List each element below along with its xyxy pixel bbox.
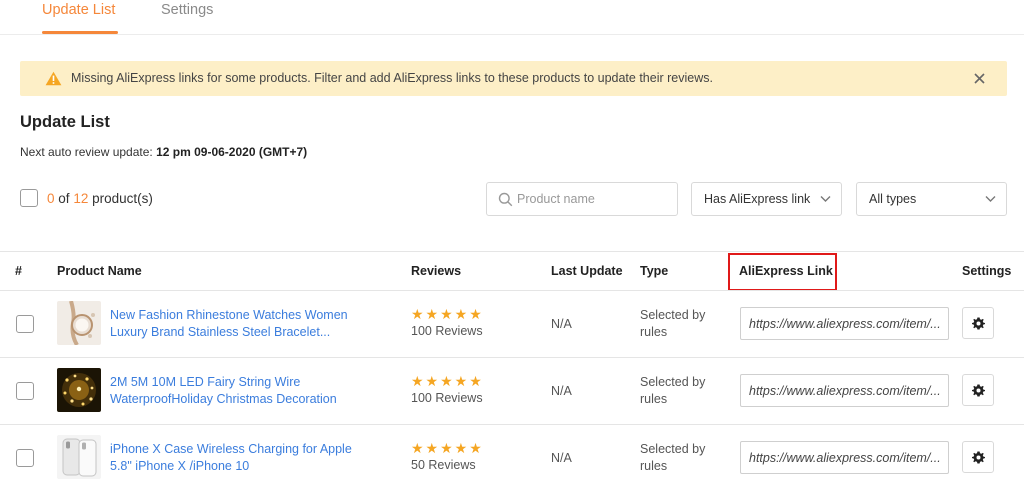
page-title: Update List bbox=[20, 113, 110, 131]
product-name-link[interactable]: iPhone X Case Wireless Charging for Appl… bbox=[110, 441, 370, 475]
row-checkbox[interactable] bbox=[16, 315, 34, 333]
selected-count: 0 of 12 product(s) bbox=[47, 191, 153, 206]
gear-icon bbox=[972, 451, 985, 464]
column-header-settings: Settings bbox=[962, 264, 1012, 278]
product-type: Selected by rules bbox=[640, 375, 706, 406]
star-rating: ★★★★★ bbox=[411, 306, 484, 322]
column-header-product-name: Product Name bbox=[57, 264, 142, 278]
product-name-link[interactable]: New Fashion Rhinestone Watches Women Lux… bbox=[110, 307, 370, 341]
warning-icon bbox=[45, 71, 62, 86]
select-all-checkbox[interactable] bbox=[20, 189, 38, 207]
count-of-label: of bbox=[58, 191, 70, 206]
alert-message: Missing AliExpress links for some produc… bbox=[71, 71, 713, 85]
last-update: N/A bbox=[551, 317, 572, 331]
star-rating: ★★★★★ bbox=[411, 440, 484, 456]
column-header-reviews: Reviews bbox=[411, 264, 462, 278]
gear-icon bbox=[972, 384, 985, 397]
gear-icon bbox=[972, 317, 985, 330]
aliexpress-link-input[interactable] bbox=[740, 441, 949, 474]
column-header-type: Type bbox=[640, 264, 669, 278]
type-filter-value: All types bbox=[869, 192, 917, 206]
row-settings-button[interactable] bbox=[962, 307, 994, 339]
review-count: 100 Reviews bbox=[411, 391, 483, 405]
review-count: 100 Reviews bbox=[411, 324, 483, 338]
next-update-label: Next auto review update: bbox=[20, 145, 153, 159]
aliexpress-link-highlight bbox=[728, 253, 837, 291]
column-header-last-update: Last Update bbox=[551, 264, 623, 278]
next-update-value: 12 pm 09-06-2020 (GMT+7) bbox=[156, 145, 308, 159]
product-thumbnail-watch bbox=[57, 301, 101, 345]
link-filter-value: Has AliExpress link bbox=[704, 192, 811, 206]
tab-update-list[interactable]: Update List bbox=[42, 2, 115, 18]
row-settings-button[interactable] bbox=[962, 441, 994, 473]
product-type: Selected by rules bbox=[640, 442, 706, 473]
aliexpress-link-input[interactable] bbox=[740, 374, 949, 407]
product-thumbnail-fairy-lights bbox=[57, 368, 101, 412]
last-update: N/A bbox=[551, 384, 572, 398]
product-thumbnail-iphone-case bbox=[57, 435, 101, 479]
tab-settings[interactable]: Settings bbox=[161, 2, 213, 18]
product-name-link[interactable]: 2M 5M 10M LED Fairy String Wire Waterpro… bbox=[110, 374, 370, 408]
product-type: Selected by rules bbox=[640, 308, 706, 339]
review-count: 50 Reviews bbox=[411, 458, 476, 472]
missing-links-alert: Missing AliExpress links for some produc… bbox=[20, 61, 1007, 96]
row-settings-button[interactable] bbox=[962, 374, 994, 406]
type-filter-select[interactable]: All types bbox=[856, 182, 1007, 216]
product-search bbox=[486, 182, 678, 216]
total-number: 12 bbox=[73, 191, 89, 206]
row-checkbox[interactable] bbox=[16, 449, 34, 467]
count-unit: product(s) bbox=[92, 191, 153, 206]
column-header-index: # bbox=[15, 264, 22, 278]
table-row: New Fashion Rhinestone Watches Women Lux… bbox=[0, 290, 1024, 357]
tab-bar: Update List Settings bbox=[0, 0, 1024, 35]
search-input[interactable] bbox=[517, 190, 667, 208]
last-update: N/A bbox=[551, 451, 572, 465]
chevron-down-icon bbox=[820, 196, 831, 202]
close-icon[interactable] bbox=[971, 70, 988, 87]
selected-number: 0 bbox=[47, 191, 55, 206]
star-rating: ★★★★★ bbox=[411, 373, 484, 389]
link-filter-select[interactable]: Has AliExpress link bbox=[691, 182, 842, 216]
search-icon bbox=[498, 192, 513, 207]
row-checkbox[interactable] bbox=[16, 382, 34, 400]
next-update-info: Next auto review update: 12 pm 09-06-202… bbox=[20, 145, 307, 159]
chevron-down-icon bbox=[985, 196, 996, 202]
active-tab-indicator bbox=[42, 31, 118, 34]
table-top-border bbox=[0, 251, 1024, 252]
table-row: 2M 5M 10M LED Fairy String Wire Waterpro… bbox=[0, 357, 1024, 424]
table-row: iPhone X Case Wireless Charging for Appl… bbox=[0, 424, 1024, 491]
aliexpress-link-input[interactable] bbox=[740, 307, 949, 340]
